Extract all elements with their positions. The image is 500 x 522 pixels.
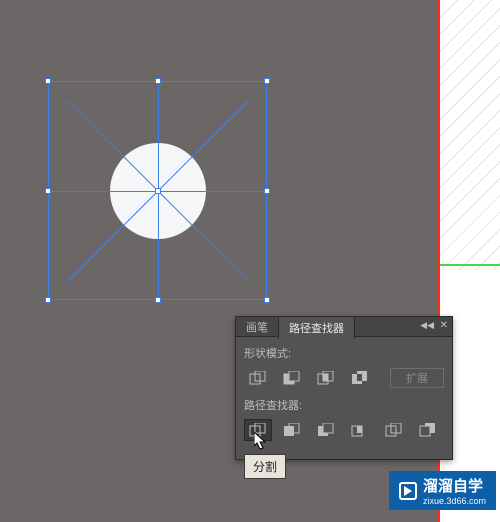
exclude-button[interactable] xyxy=(346,367,374,389)
outline-button[interactable] xyxy=(380,419,408,441)
selection-bounding-box[interactable] xyxy=(48,81,267,300)
unite-icon xyxy=(249,371,267,385)
handle-tl[interactable] xyxy=(45,78,51,84)
handle-br[interactable] xyxy=(264,297,270,303)
exclude-icon xyxy=(351,371,369,385)
merge-icon xyxy=(317,423,335,437)
minus-front-icon xyxy=(283,371,301,385)
minus-back-button[interactable] xyxy=(414,419,442,441)
handle-tc[interactable] xyxy=(155,78,161,84)
crop-button[interactable] xyxy=(346,419,374,441)
minus-back-icon xyxy=(419,423,437,437)
handle-tr[interactable] xyxy=(264,78,270,84)
hatch-pattern xyxy=(440,0,500,270)
merge-button[interactable] xyxy=(312,419,340,441)
expand-button[interactable]: 扩展 xyxy=(390,368,444,388)
handle-ml[interactable] xyxy=(45,188,51,194)
tooltip: 分割 xyxy=(244,454,286,479)
watermark-site: zixue.3d66.com xyxy=(423,496,486,506)
panel-body: 形状模式: 扩展 路径查找器: xyxy=(236,337,452,459)
pathfinders-label: 路径查找器: xyxy=(244,397,444,413)
handle-bl[interactable] xyxy=(45,297,51,303)
watermark-brand: 溜溜自学 xyxy=(423,475,486,496)
unite-button[interactable] xyxy=(244,367,272,389)
guide-line[interactable] xyxy=(440,264,500,266)
collapse-icon[interactable]: ◀◀ xyxy=(420,320,434,331)
trim-icon xyxy=(283,423,301,437)
cursor-icon xyxy=(254,432,268,450)
minus-front-button[interactable] xyxy=(278,367,306,389)
trim-button[interactable] xyxy=(278,419,306,441)
shape-modes-row: 扩展 xyxy=(244,367,444,389)
watermark: 溜溜自学 zixue.3d66.com xyxy=(389,471,496,510)
handle-mr[interactable] xyxy=(264,188,270,194)
play-icon xyxy=(399,482,417,500)
tab-brush[interactable]: 画笔 xyxy=(236,316,278,338)
pathfinders-row xyxy=(244,419,444,441)
intersect-button[interactable] xyxy=(312,367,340,389)
handle-mc[interactable] xyxy=(155,188,161,194)
crop-icon xyxy=(351,423,369,437)
close-icon[interactable]: ✕ xyxy=(440,320,448,331)
panel-header: 画笔 路径查找器 ◀◀ ✕ xyxy=(236,317,452,337)
outline-icon xyxy=(385,423,403,437)
tab-pathfinder[interactable]: 路径查找器 xyxy=(278,316,355,339)
intersect-icon xyxy=(317,371,335,385)
shape-modes-label: 形状模式: xyxy=(244,345,444,361)
handle-bc[interactable] xyxy=(155,297,161,303)
